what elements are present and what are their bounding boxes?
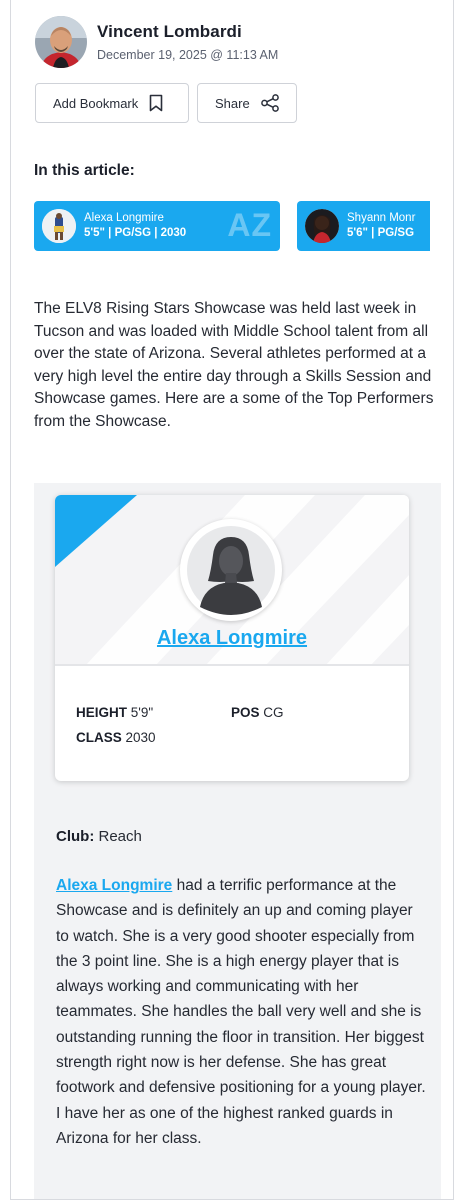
player-chip-carousel[interactable]: Alexa Longmire 5'5" | PG/SG | 2030 AZ Sh… — [34, 201, 430, 251]
stat-class-value: 2030 — [125, 730, 156, 745]
player-chip[interactable]: Shyann Monr 5'6" | PG/SG — [297, 201, 430, 251]
card-banner: Alexa Longmire — [55, 495, 409, 666]
share-icon — [260, 94, 280, 112]
add-bookmark-button[interactable]: Add Bookmark — [35, 83, 189, 123]
chip-player-name: Shyann Monr — [347, 212, 416, 224]
chip-player-name: Alexa Longmire — [84, 212, 164, 224]
stat-pos-label: POS — [231, 705, 260, 720]
profile-placeholder-avatar — [180, 519, 282, 621]
stat-pos-value: CG — [263, 705, 284, 720]
publish-date: December 19, 2025 @ 11:13 AM — [97, 48, 279, 62]
article-frame: Vincent Lombardi December 19, 2025 @ 11:… — [10, 0, 454, 1200]
chip-player-details: 5'6" | PG/SG — [347, 227, 415, 239]
share-button[interactable]: Share — [197, 83, 297, 123]
stat-height-label: HEIGHT — [76, 705, 128, 720]
stat-height-value: 5'9" — [130, 705, 154, 720]
add-bookmark-label: Add Bookmark — [53, 95, 139, 111]
in-article-heading: In this article: — [34, 162, 135, 179]
player-chip[interactable]: Alexa Longmire 5'5" | PG/SG | 2030 AZ — [34, 201, 280, 251]
club-line: Club: Reach — [56, 828, 142, 845]
chip-state-label: AZ — [227, 207, 272, 243]
author-header: Vincent Lombardi December 19, 2025 @ 11:… — [35, 16, 278, 68]
share-label: Share — [215, 95, 250, 111]
bookmark-icon — [148, 94, 164, 112]
player-profile-card: Alexa Longmire HEIGHT 5'9" POS CG CLASS … — [55, 495, 409, 781]
stat-height: HEIGHT 5'9" — [76, 705, 153, 720]
author-name[interactable]: Vincent Lombardi — [97, 22, 278, 42]
profile-player-name[interactable]: Alexa Longmire — [55, 627, 409, 650]
player-thumbnail — [305, 209, 339, 243]
article-actions: Add Bookmark Share — [35, 83, 297, 123]
player-profile-section: Alexa Longmire HEIGHT 5'9" POS CG CLASS … — [34, 483, 441, 1199]
player-writeup: Alexa Longmire had a terrific performanc… — [56, 873, 426, 1151]
stat-class: CLASS 2030 — [76, 730, 156, 745]
club-value: Reach — [98, 828, 142, 845]
stat-class-label: CLASS — [76, 730, 122, 745]
player-name-link[interactable]: Alexa Longmire — [56, 877, 172, 894]
article-intro: The ELV8 Rising Stars Showcase was held … — [34, 300, 434, 430]
chip-player-details: 5'5" | PG/SG | 2030 — [84, 227, 187, 239]
player-thumbnail — [42, 209, 76, 243]
stat-position: POS CG — [231, 705, 284, 720]
player-writeup-text: had a terrific performance at the Showca… — [56, 877, 426, 1147]
club-label: Club: — [56, 828, 95, 845]
author-avatar[interactable] — [35, 16, 87, 68]
